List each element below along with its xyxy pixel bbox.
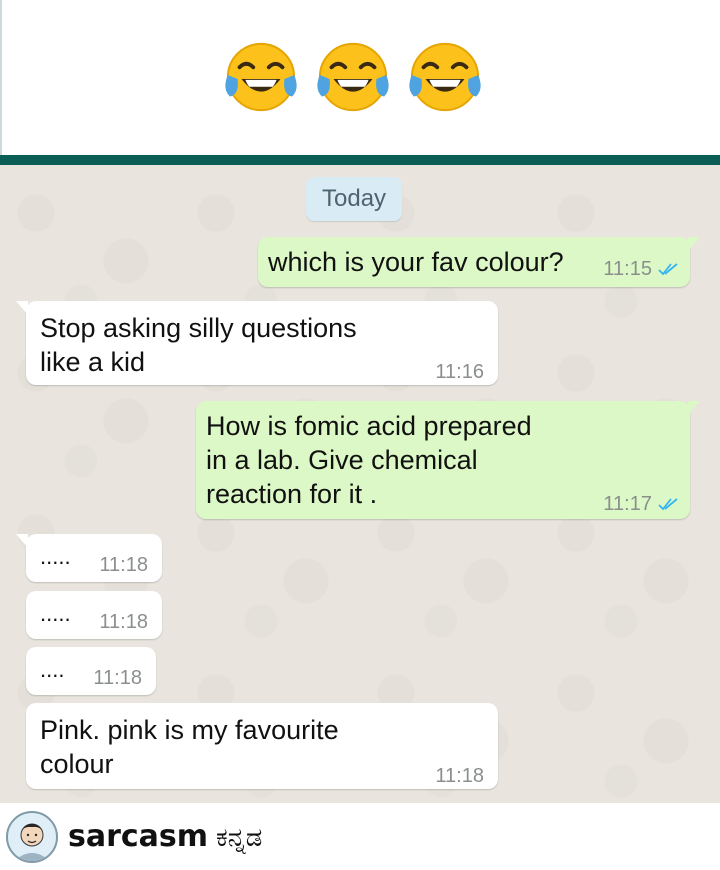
incoming-message[interactable]: Pink. pink is my favourite colour 11:18 <box>26 703 498 789</box>
message-time: 11:15 <box>603 258 652 280</box>
chat-area[interactable]: Today which is your fav colour? 11:15 St… <box>0 165 720 803</box>
date-separator: Today <box>306 177 403 221</box>
message-time: 11:18 <box>435 765 484 787</box>
message-time: 11:17 <box>603 493 652 515</box>
message-time: 11:16 <box>435 361 484 383</box>
message-meta: 11:17 <box>603 487 680 521</box>
message-time: 11:18 <box>99 554 148 576</box>
brand-title: sarcasm <box>68 819 209 854</box>
message-meta: 11:16 <box>435 355 484 389</box>
message-time: 11:18 <box>93 667 142 689</box>
bubble-tail <box>688 237 700 251</box>
message-text: which is your fav colour? <box>268 247 564 277</box>
bubble-tail <box>16 301 28 315</box>
incoming-message[interactable]: ..... 11:18 <box>26 591 162 639</box>
face-with-tears-of-joy-icon <box>409 42 481 112</box>
outgoing-message[interactable]: How is fomic acid prepared in a lab. Giv… <box>196 401 700 521</box>
message-text: How is fomic acid prepared in a lab. Giv… <box>206 411 532 509</box>
message-meta: 11:18 <box>435 759 484 793</box>
bubble-tail <box>16 534 28 548</box>
incoming-message[interactable]: ..... 11:18 <box>16 534 162 582</box>
avatar-drawing <box>14 823 50 861</box>
brand-suffix: ಕನ್ನಡ <box>216 823 263 853</box>
header-divider <box>0 155 720 165</box>
message-text: .... <box>40 657 65 682</box>
footer-branding: sarcasm ಕನ್ನಡ <box>0 803 720 870</box>
emoji-row <box>222 38 484 116</box>
brand-name: sarcasm ಕನ್ನಡ <box>68 819 262 854</box>
message-meta: 11:15 <box>603 252 680 286</box>
message-meta: 11:18 <box>99 605 148 639</box>
header-banner <box>0 0 720 155</box>
face-with-tears-of-joy-icon <box>225 42 297 112</box>
bubble-tail <box>688 401 700 415</box>
face-with-tears-of-joy-icon <box>317 42 389 112</box>
message-time: 11:18 <box>99 611 148 633</box>
double-check-icon <box>658 498 678 511</box>
incoming-message[interactable]: Stop asking silly questions like a kid 1… <box>16 301 498 385</box>
message-meta: 11:18 <box>99 548 148 582</box>
outgoing-message[interactable]: which is your fav colour? 11:15 <box>258 237 700 287</box>
cartoon-avatar-icon[interactable] <box>6 811 58 863</box>
incoming-message[interactable]: .... 11:18 <box>26 647 156 695</box>
message-text: Stop asking silly questions like a kid <box>40 313 357 377</box>
message-text: Pink. pink is my favourite colour <box>40 715 339 779</box>
message-meta: 11:18 <box>93 661 142 695</box>
message-text: ..... <box>40 544 71 569</box>
double-check-icon <box>658 263 678 276</box>
message-text: ..... <box>40 601 71 626</box>
